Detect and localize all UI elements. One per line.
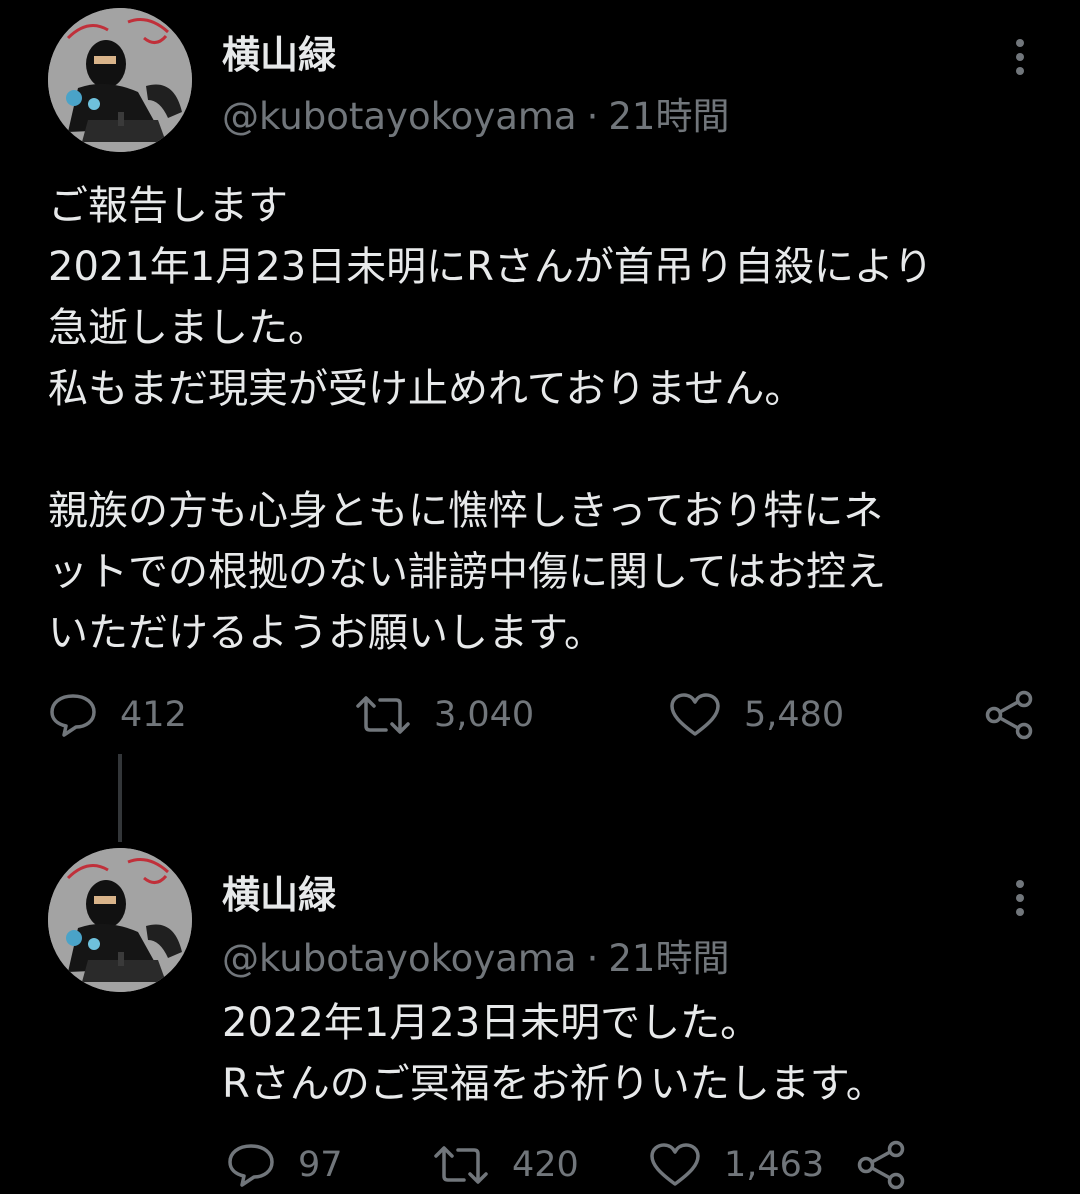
action-bar: 97 420 1,463 — [222, 1140, 922, 1190]
retweet-button[interactable]: 420 — [432, 1140, 579, 1190]
more-vertical-icon — [1016, 39, 1024, 75]
retweet-button[interactable]: 3,040 — [354, 690, 534, 740]
tweet-text-line: 2022年1月23日未明でした。 — [222, 1000, 761, 1046]
reply-icon — [228, 1144, 274, 1187]
share-icon — [985, 690, 1033, 740]
tweet-text-line: ご報告します — [48, 183, 288, 229]
tweet-text-line: Rさんのご冥福をお祈りいたします。 — [222, 1061, 886, 1107]
reply-button[interactable]: 97 — [226, 1140, 343, 1190]
timestamp[interactable]: 21時間 — [608, 95, 729, 138]
handle[interactable]: @kubotayokoyama — [222, 95, 577, 138]
handle[interactable]: @kubotayokoyama — [222, 937, 577, 980]
tweet-1[interactable]: 横山緑 @kubotayokoyama · 21時間 ご報告します 2021年1月2… — [0, 0, 1080, 790]
like-icon — [670, 693, 720, 736]
retweet-icon — [434, 1146, 488, 1184]
tweet-text-line: いただけるようお願いします。 — [48, 610, 604, 656]
more-button[interactable] — [1008, 878, 1032, 918]
like-button[interactable]: 5,480 — [668, 690, 844, 740]
avatar[interactable] — [48, 8, 192, 152]
tweet-text-line: 2021年1月23日未明にRさんが首吊り自殺により — [48, 244, 934, 290]
reply-button[interactable]: 412 — [48, 690, 187, 740]
tweet-meta: @kubotayokoyama · 21時間 — [222, 86, 729, 140]
share-button[interactable] — [856, 1140, 908, 1190]
like-icon — [650, 1143, 700, 1186]
display-name[interactable]: 横山緑 — [222, 24, 336, 79]
reply-count: 97 — [298, 1145, 343, 1185]
tweet-text: 2022年1月23日未明でした。 Rさんのご冥福をお祈りいたします。 — [222, 993, 1022, 1115]
tweet-2[interactable]: 横山緑 @kubotayokoyama · 21時間 2022年1月23日未明でした… — [0, 830, 1080, 1194]
more-vertical-icon — [1016, 880, 1024, 916]
share-icon — [857, 1140, 905, 1190]
reply-icon — [50, 694, 96, 737]
timestamp[interactable]: 21時間 — [608, 937, 729, 980]
tweet-text-line: 親族の方も心身ともに憔悴しきっており特にネ — [48, 488, 884, 534]
thread-connector — [118, 754, 122, 842]
tweet-text-line: 私もまだ現実が受け止めれておりません。 — [48, 366, 805, 412]
avatar-image — [48, 848, 192, 992]
action-bar: 412 3,040 5,480 — [48, 690, 1038, 740]
tweet-text: ご報告します 2021年1月23日未明にRさんが首吊り自殺により 急逝しました。… — [48, 176, 1038, 664]
separator: · — [586, 95, 599, 138]
retweet-count: 3,040 — [434, 695, 535, 735]
retweet-icon — [356, 696, 410, 734]
more-button[interactable] — [1008, 37, 1032, 77]
tweet-text-line: 急逝しました。 — [48, 305, 328, 351]
tweet-meta: @kubotayokoyama · 21時間 — [222, 928, 729, 982]
like-count: 1,463 — [724, 1145, 825, 1185]
reply-count: 412 — [120, 695, 187, 735]
tweet-text-line: ットでの根拠のない誹謗中傷に関してはお控え — [48, 549, 886, 595]
retweet-count: 420 — [512, 1145, 579, 1185]
display-name[interactable]: 横山緑 — [222, 864, 336, 919]
separator: · — [586, 937, 599, 980]
avatar-image — [48, 8, 192, 152]
avatar[interactable] — [48, 848, 192, 992]
like-count: 5,480 — [744, 695, 845, 735]
like-button[interactable]: 1,463 — [648, 1140, 824, 1190]
share-button[interactable] — [984, 690, 1036, 740]
